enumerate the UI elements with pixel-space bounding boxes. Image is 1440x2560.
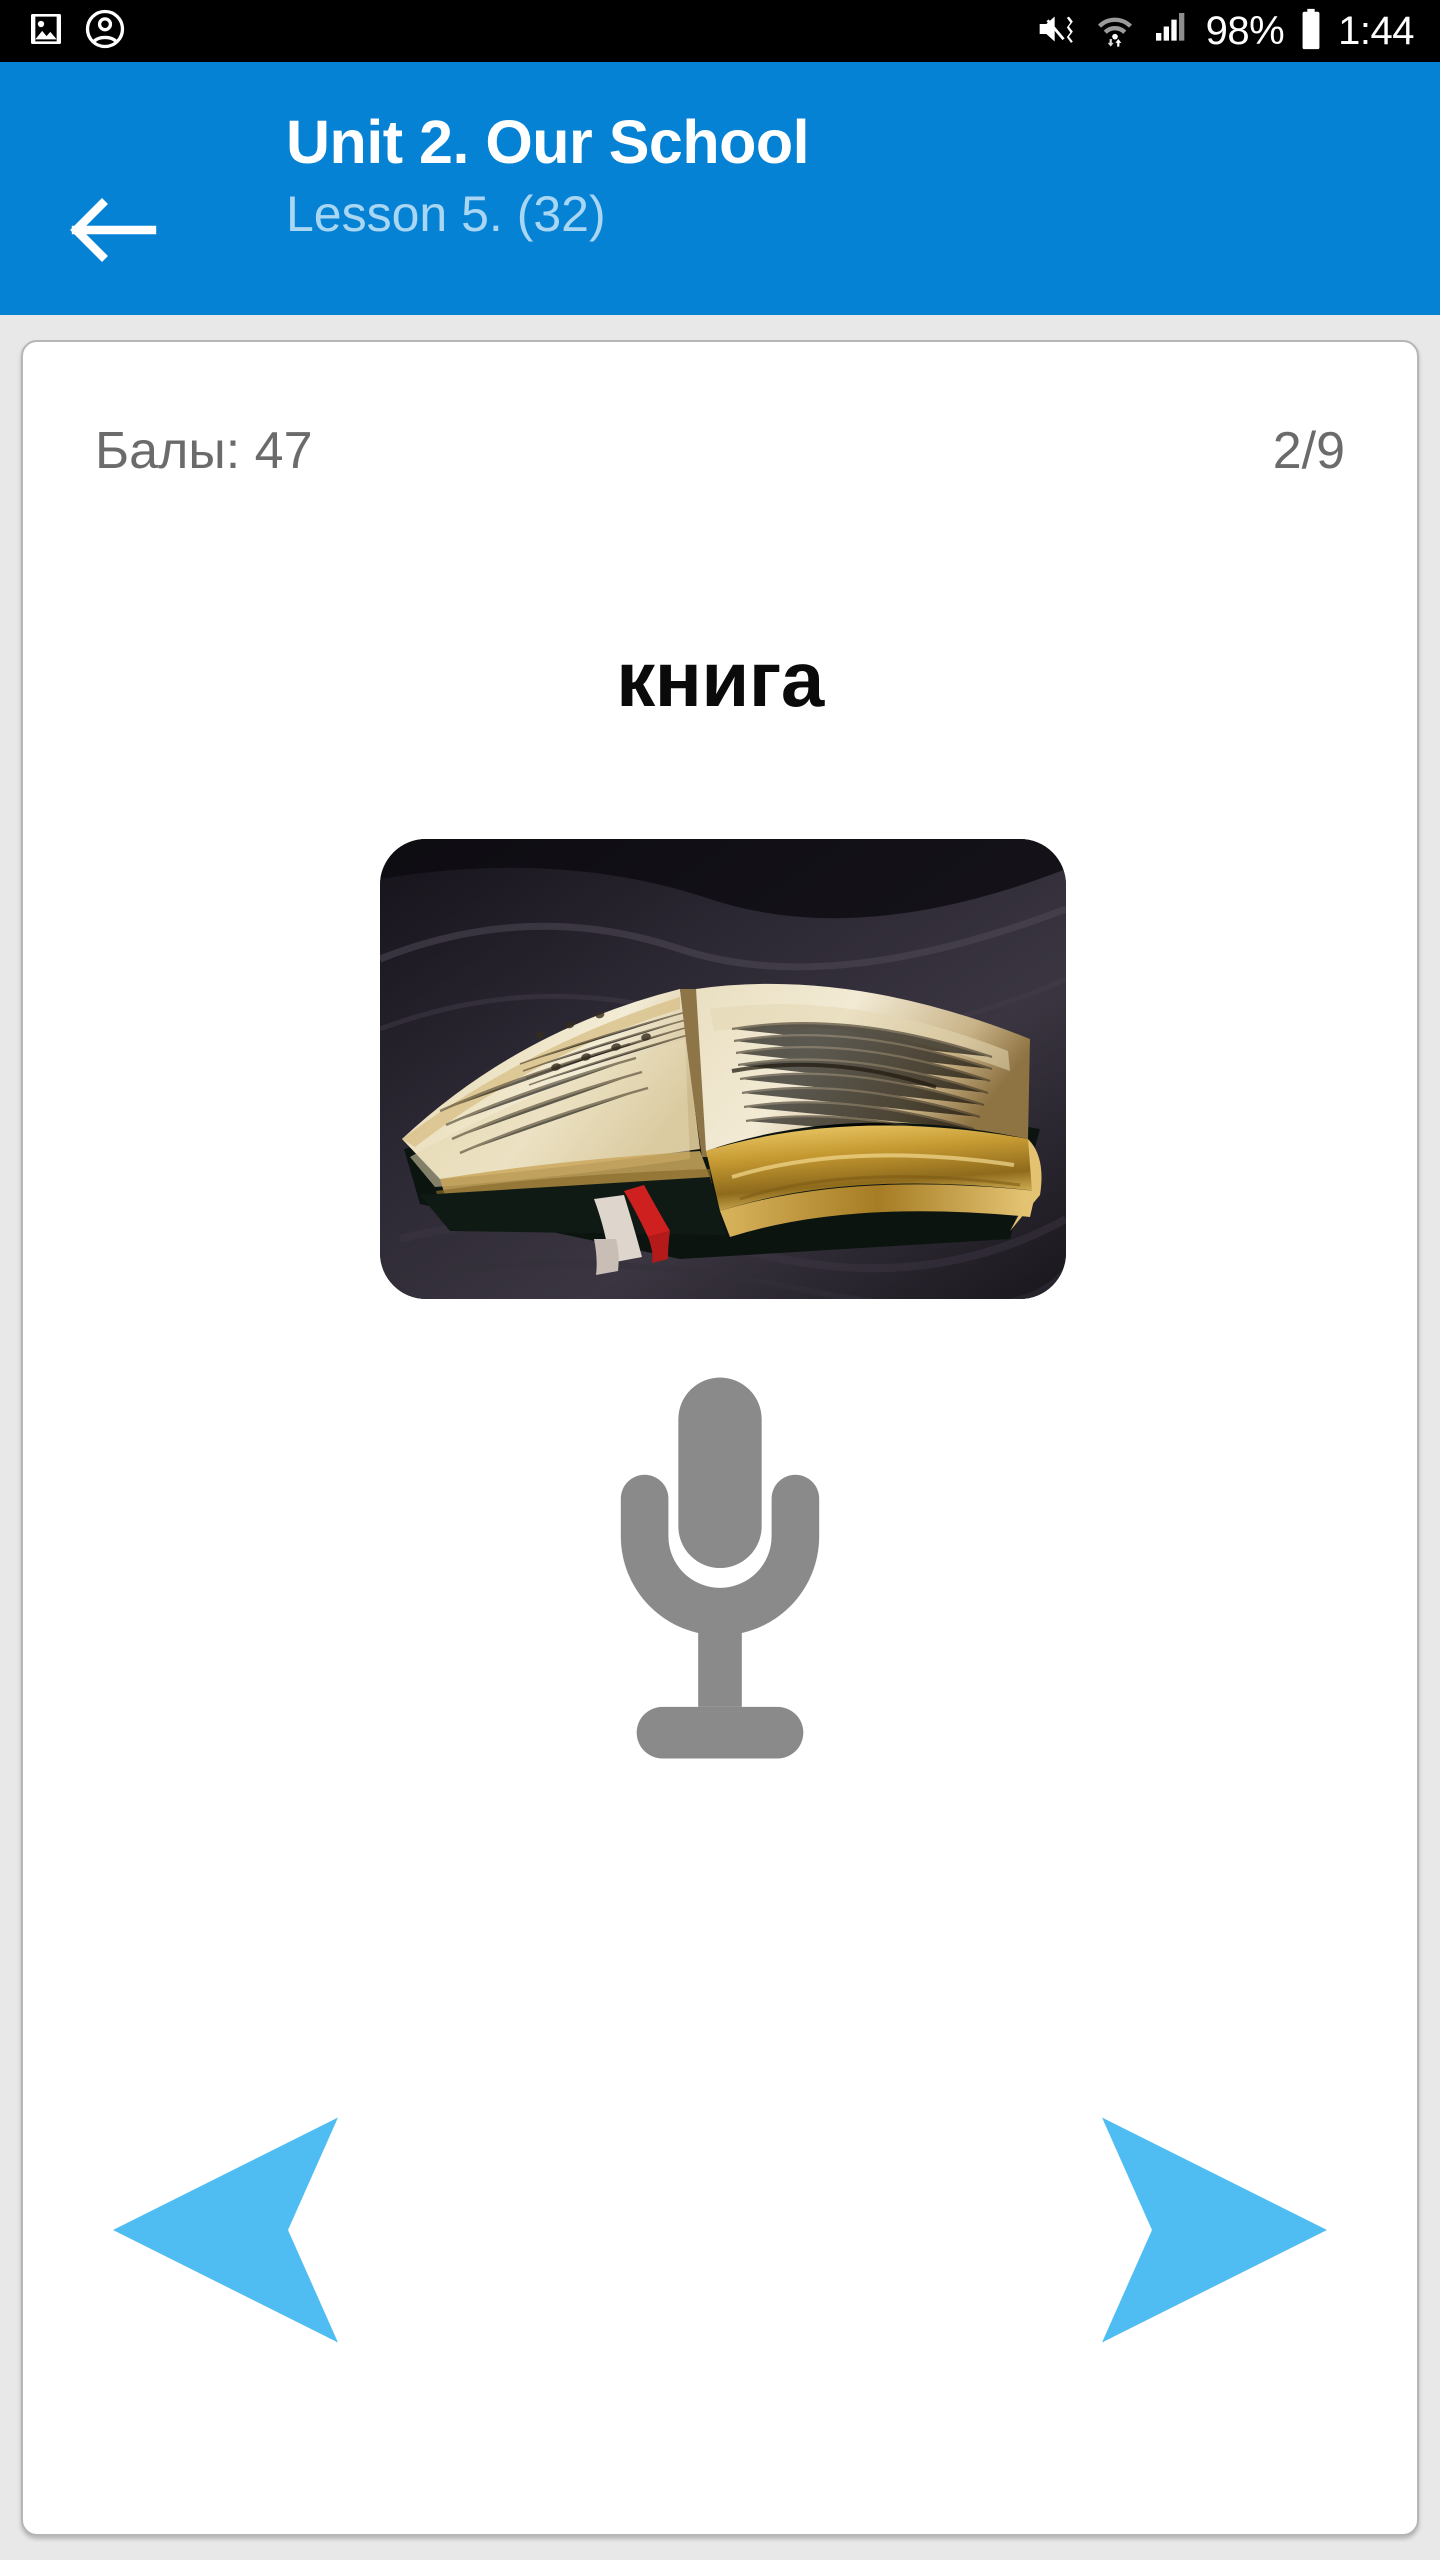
previous-button[interactable] <box>83 2102 383 2362</box>
battery-icon <box>1298 7 1324 56</box>
card-header-row: Балы: 47 2/9 <box>23 416 1417 486</box>
battery-percent-label: 98% <box>1205 9 1285 53</box>
page-subtitle: Lesson 5. (32) <box>286 186 606 243</box>
lesson-card: Балы: 47 2/9 книга <box>21 340 1419 2536</box>
status-bar-left-icons <box>26 8 126 55</box>
microphone-icon <box>597 1372 843 1769</box>
app-bar: Unit 2. Our School Lesson 5. (32) <box>0 62 1440 315</box>
vocabulary-word: книга <box>616 635 824 723</box>
cellular-signal-icon <box>1150 9 1192 54</box>
book-photo[interactable] <box>380 839 1066 1299</box>
status-bar: 98% 1:44 <box>0 0 1440 62</box>
arrow-right-icon <box>1082 2110 1332 2355</box>
image-icon <box>26 9 66 54</box>
arrow-left-icon <box>108 2110 358 2355</box>
progress-indicator: 2/9 <box>1272 422 1345 480</box>
status-bar-right-icons: 98% 1:44 <box>1036 7 1414 56</box>
next-button[interactable] <box>1057 2102 1357 2362</box>
volume-mute-vibrate-icon <box>1036 9 1080 54</box>
page-title: Unit 2. Our School <box>286 108 810 176</box>
clock-label: 1:44 <box>1338 9 1414 53</box>
microphone-button[interactable] <box>23 1372 1417 1769</box>
back-button[interactable] <box>52 182 172 282</box>
account-circle-icon <box>84 8 126 55</box>
wifi-icon <box>1094 9 1136 54</box>
score-label: Балы: 47 <box>95 422 313 480</box>
app-bar-titles: Unit 2. Our School Lesson 5. (32) <box>286 108 810 244</box>
back-arrow-icon <box>64 190 160 275</box>
